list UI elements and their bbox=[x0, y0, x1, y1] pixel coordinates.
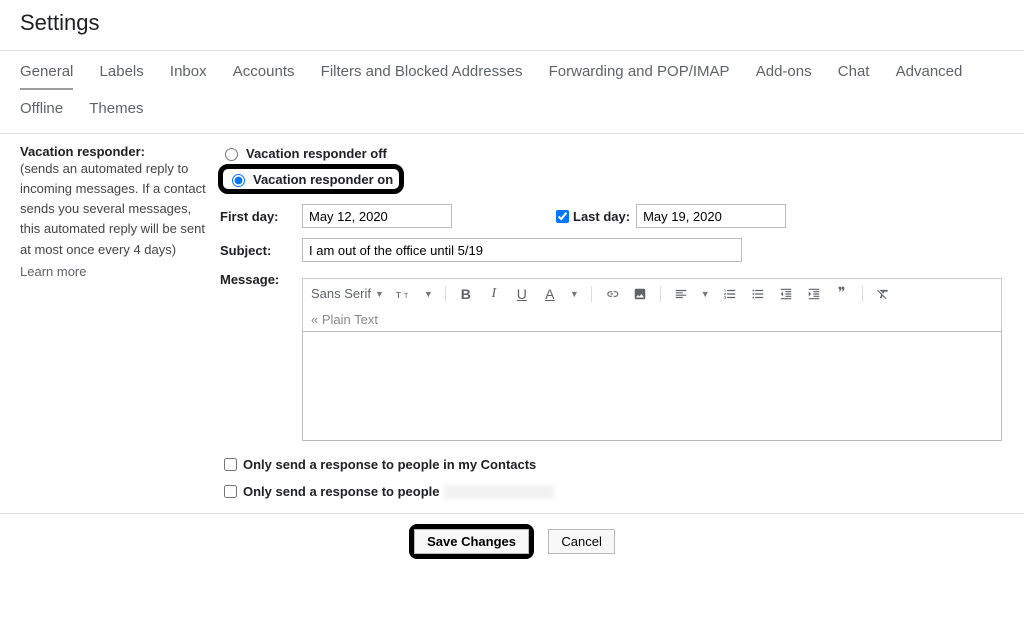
svg-text:T: T bbox=[404, 293, 409, 300]
domain-only-checkbox[interactable] bbox=[224, 485, 237, 498]
responder-on-label: Vacation responder on bbox=[253, 172, 393, 187]
toolbar-separator bbox=[445, 286, 446, 302]
toolbar-separator bbox=[862, 286, 863, 302]
message-label: Message: bbox=[220, 272, 302, 287]
chevron-down-icon: ▼ bbox=[570, 289, 579, 299]
section-left-column: Vacation responder: (sends an automated … bbox=[20, 138, 220, 501]
plain-text-label: « Plain Text bbox=[311, 312, 378, 327]
domain-only-label: Only send a response to people bbox=[243, 484, 440, 499]
responder-off-radio[interactable] bbox=[225, 148, 238, 161]
font-family-label: Sans Serif bbox=[311, 286, 371, 301]
svg-text:т: т bbox=[396, 289, 401, 301]
toolbar-separator bbox=[591, 286, 592, 302]
font-family-dropdown[interactable]: Sans Serif ▼ bbox=[311, 286, 384, 301]
image-button[interactable] bbox=[632, 287, 648, 301]
plain-text-toggle[interactable]: « Plain Text bbox=[302, 308, 1002, 331]
indent-more-button[interactable] bbox=[806, 287, 822, 301]
tab-filters[interactable]: Filters and Blocked Addresses bbox=[321, 63, 523, 88]
tab-labels[interactable]: Labels bbox=[100, 63, 144, 88]
save-button-highlight: Save Changes bbox=[409, 524, 534, 559]
section-title: Vacation responder: bbox=[20, 138, 212, 159]
cancel-button[interactable]: Cancel bbox=[548, 529, 614, 554]
italic-button[interactable]: I bbox=[486, 286, 502, 302]
tab-offline[interactable]: Offline bbox=[20, 100, 63, 125]
link-button[interactable] bbox=[604, 287, 620, 301]
font-size-button[interactable]: тT bbox=[396, 287, 412, 301]
section-description: (sends an automated reply to incoming me… bbox=[20, 159, 212, 260]
tab-addons[interactable]: Add-ons bbox=[756, 63, 812, 88]
underline-button[interactable]: U bbox=[514, 286, 530, 302]
first-day-input[interactable] bbox=[302, 204, 452, 228]
tab-advanced[interactable]: Advanced bbox=[896, 63, 963, 88]
footer-actions: Save Changes Cancel bbox=[0, 513, 1024, 569]
page-title: Settings bbox=[20, 10, 100, 35]
last-day-input[interactable] bbox=[636, 204, 786, 228]
section-right-column: Vacation responder off Vacation responde… bbox=[220, 138, 1024, 501]
tab-themes[interactable]: Themes bbox=[89, 100, 143, 125]
numbered-list-button[interactable] bbox=[722, 287, 738, 301]
save-button[interactable]: Save Changes bbox=[414, 529, 529, 554]
last-day-block: Last day: bbox=[552, 204, 786, 228]
tab-general[interactable]: General bbox=[20, 63, 73, 90]
message-row: Message: Sans Serif ▼ тT ▼ B I U A bbox=[220, 272, 1024, 441]
tab-forwarding[interactable]: Forwarding and POP/IMAP bbox=[549, 63, 730, 88]
indent-less-button[interactable] bbox=[778, 287, 794, 301]
tabs-row-1: General Labels Inbox Accounts Filters an… bbox=[20, 63, 1004, 90]
bullet-list-button[interactable] bbox=[750, 287, 766, 301]
editor-toolbar: Sans Serif ▼ тT ▼ B I U A ▼ bbox=[302, 278, 1002, 308]
tab-accounts[interactable]: Accounts bbox=[233, 63, 295, 88]
subject-label: Subject: bbox=[220, 243, 302, 258]
last-day-label: Last day: bbox=[573, 209, 630, 224]
settings-header: Settings bbox=[0, 0, 1024, 50]
bold-button[interactable]: B bbox=[458, 286, 474, 302]
editor-container: Sans Serif ▼ тT ▼ B I U A ▼ bbox=[302, 272, 1002, 441]
vacation-responder-section: Vacation responder: (sends an automated … bbox=[0, 133, 1024, 501]
responder-on-highlight: Vacation responder on bbox=[218, 164, 404, 194]
responder-off-label: Vacation responder off bbox=[246, 146, 387, 161]
redacted-text bbox=[444, 485, 554, 499]
message-editor[interactable] bbox=[302, 331, 1002, 441]
contacts-only-checkbox[interactable] bbox=[224, 458, 237, 471]
responder-on-row[interactable]: Vacation responder on bbox=[227, 171, 393, 187]
tab-inbox[interactable]: Inbox bbox=[170, 63, 207, 88]
subject-row: Subject: bbox=[220, 238, 1024, 262]
responder-off-row[interactable]: Vacation responder off bbox=[220, 142, 1024, 164]
quote-button[interactable]: ❞ bbox=[834, 285, 850, 302]
learn-more-link[interactable]: Learn more bbox=[20, 264, 86, 279]
last-day-checkbox[interactable] bbox=[556, 210, 569, 223]
first-day-row: First day: Last day: bbox=[220, 204, 1024, 228]
chevron-down-icon: ▼ bbox=[701, 289, 710, 299]
remove-formatting-button[interactable] bbox=[875, 287, 891, 301]
tabs-row-2: Offline Themes bbox=[20, 100, 1004, 133]
align-button[interactable] bbox=[673, 287, 689, 301]
first-day-label: First day: bbox=[220, 209, 302, 224]
contacts-only-label: Only send a response to people in my Con… bbox=[243, 457, 536, 472]
chevron-down-icon: ▼ bbox=[375, 289, 384, 299]
contacts-only-row[interactable]: Only send a response to people in my Con… bbox=[220, 455, 1024, 474]
tab-chat[interactable]: Chat bbox=[838, 63, 870, 88]
toolbar-separator bbox=[660, 286, 661, 302]
chevron-down-icon: ▼ bbox=[424, 289, 433, 299]
subject-input[interactable] bbox=[302, 238, 742, 262]
settings-tabs: General Labels Inbox Accounts Filters an… bbox=[0, 51, 1024, 133]
responder-on-radio[interactable] bbox=[232, 174, 245, 187]
text-color-button[interactable]: A bbox=[542, 286, 558, 302]
domain-only-row[interactable]: Only send a response to people bbox=[220, 482, 1024, 501]
